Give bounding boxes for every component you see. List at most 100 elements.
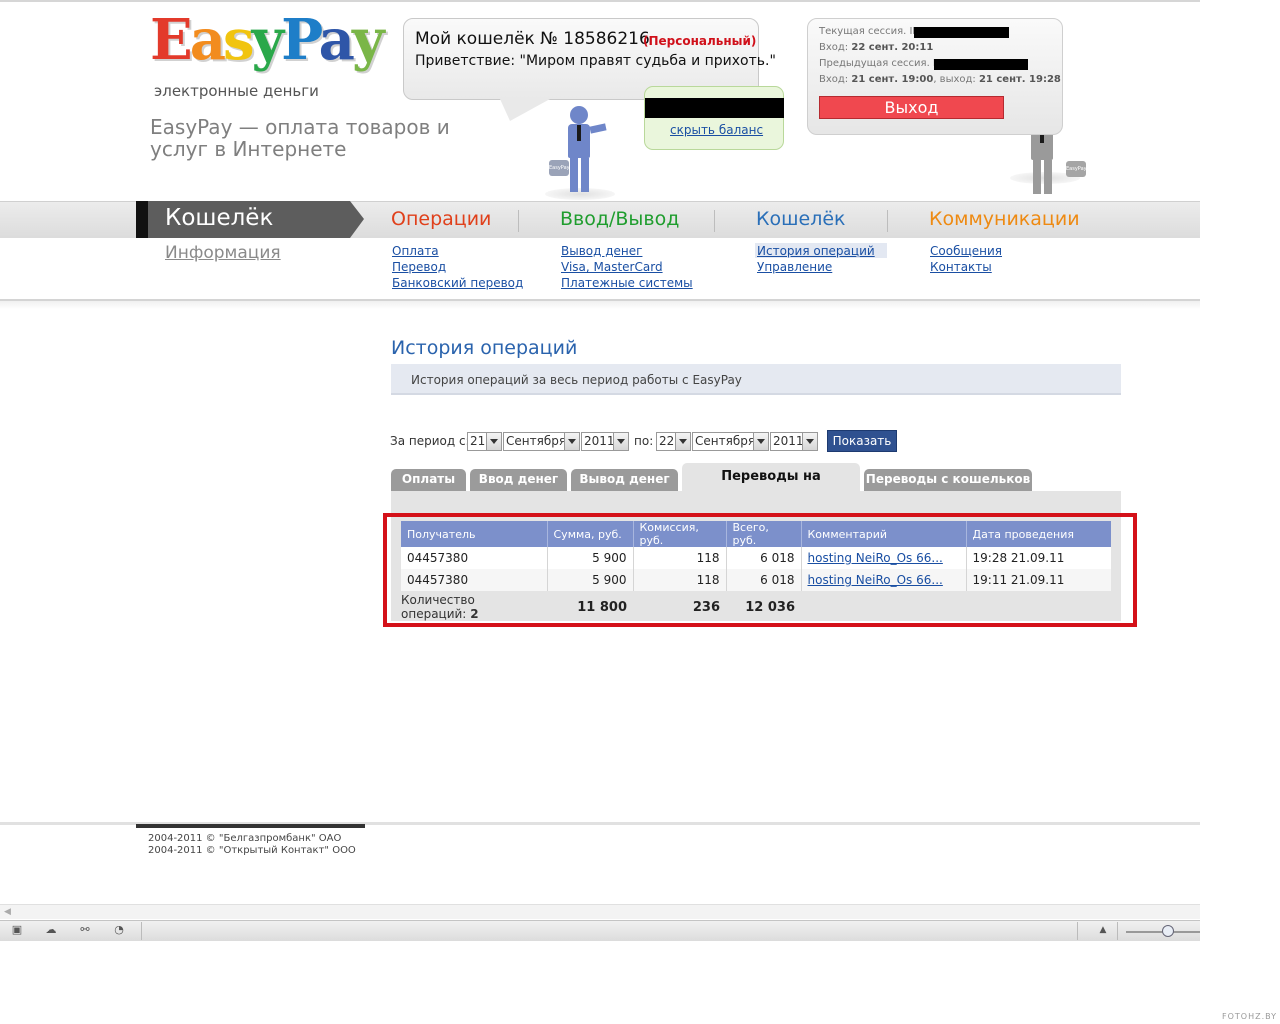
from-day-select[interactable]: 21	[467, 432, 502, 451]
logo-letter: a	[318, 7, 355, 73]
from-month-value: Сентября	[506, 434, 567, 448]
share-icon[interactable]: ⚯	[77, 923, 93, 937]
nav-tab-communications[interactable]: Коммуникации	[929, 208, 1080, 230]
info-link[interactable]: Информация	[165, 243, 281, 263]
from-day-value: 21	[470, 434, 486, 448]
nav-separator	[714, 210, 715, 232]
chevron-down-icon[interactable]	[753, 433, 768, 450]
active-section-edge	[136, 201, 148, 238]
chevron-down-icon[interactable]	[486, 433, 501, 450]
logo-letter: y	[351, 7, 385, 73]
speed-icon[interactable]: ◔	[111, 923, 127, 937]
logo-letter: P	[281, 7, 322, 73]
prev-login-line: Вход: 21 сент. 19:00, выход: 21 сент. 19…	[819, 74, 1061, 85]
prev-session-label: Предыдущая сессия. IP:	[819, 58, 946, 69]
nav-tab-operations[interactable]: Операции	[391, 208, 491, 230]
status-separator	[141, 922, 142, 940]
slogan: EasyPay — оплата товаров и услуг в Интер…	[150, 115, 450, 161]
wallet-bag-icon: EasyPay	[549, 160, 570, 176]
to-year-value: 2011	[773, 434, 804, 448]
footer-accent	[136, 824, 365, 828]
chevron-down-icon[interactable]	[675, 433, 690, 450]
red-highlight-frame	[383, 513, 1137, 627]
submenu-bank-transfer[interactable]: Банковский перевод	[392, 276, 523, 290]
chevron-down-icon[interactable]	[613, 433, 628, 450]
logo-letter: s	[222, 7, 254, 73]
from-year-value: 2011	[584, 434, 615, 448]
to-month-value: Сентября	[695, 434, 756, 448]
zoom-slider-thumb[interactable]	[1162, 925, 1174, 937]
prev-login-time: 21 сент. 19:00	[851, 74, 934, 85]
submenu-visa-mastercard[interactable]: Visa, MasterCard	[561, 260, 663, 274]
balance-redacted	[645, 98, 784, 118]
from-month-select[interactable]: Сентября	[503, 432, 580, 451]
logout-button[interactable]: Выход	[819, 96, 1004, 119]
submenu-contacts[interactable]: Контакты	[930, 260, 992, 274]
from-year-select[interactable]: 2011	[581, 432, 629, 451]
login-line: Вход: 22 сент. 20:11	[819, 42, 933, 53]
to-day-select[interactable]: 22	[656, 432, 691, 451]
chevron-down-icon[interactable]	[802, 433, 817, 450]
nav-tab-wallet[interactable]: Кошелёк	[756, 208, 846, 230]
nav-tab-input-output[interactable]: Ввод/Вывод	[560, 208, 679, 230]
footer-copyright-2: 2004-2011 © "Открытый Контакт" ООО	[148, 845, 356, 856]
logo-letter: a	[189, 7, 226, 73]
mascot-figure-icon	[554, 106, 604, 196]
logo-letter: y	[251, 7, 285, 73]
hide-balance-link[interactable]: скрыть баланс	[670, 123, 763, 137]
tab-payments[interactable]: Оплаты	[391, 469, 466, 491]
nav-bottom-shadow	[0, 301, 1200, 309]
show-button[interactable]: Показать	[827, 430, 897, 452]
period-to-label: по:	[634, 434, 654, 448]
to-year-select[interactable]: 2011	[770, 432, 818, 451]
top-border	[0, 0, 1200, 2]
logo-subtitle: электронные деньги	[154, 82, 319, 100]
balance-box	[644, 86, 784, 150]
tab-transfers-to-wallets[interactable]: Переводы на кошельки	[682, 463, 860, 512]
easypay-logo[interactable]: EasyPay	[150, 12, 384, 68]
watermark: FOTOHZ.BY	[1222, 1012, 1278, 1021]
status-separator	[1077, 922, 1078, 940]
media-icon[interactable]: ▣	[9, 923, 25, 937]
nav-separator	[518, 210, 519, 232]
chevron-down-icon[interactable]	[564, 433, 579, 450]
horizontal-scrollbar[interactable]	[0, 904, 1200, 919]
prev-logout-label: , выход:	[933, 74, 976, 85]
bubble-tail	[500, 99, 550, 121]
submenu-messages[interactable]: Сообщения	[930, 244, 1002, 258]
period-from-label: За период с:	[390, 434, 470, 448]
cloud-icon[interactable]: ☁	[43, 923, 59, 937]
login-time: 22 сент. 20:11	[851, 42, 934, 53]
scroll-left-icon[interactable]: ◀	[4, 907, 11, 917]
to-month-select[interactable]: Сентября	[692, 432, 769, 451]
prev-logout-time: 21 сент. 19:28	[978, 74, 1061, 85]
wallet-bag-icon: EasyPay	[1066, 161, 1087, 177]
ip-redacted	[914, 27, 1009, 38]
page-title: История операций	[391, 337, 578, 359]
submenu-payment[interactable]: Оплата	[392, 244, 439, 258]
info-bar-text: История операций за весь период работы с…	[411, 373, 742, 387]
to-day-value: 22	[659, 434, 675, 448]
submenu-management[interactable]: Управление	[757, 260, 832, 274]
greeting: Приветствие: "Миром правят судьба и прих…	[415, 53, 776, 69]
active-section-label: Кошелёк	[165, 205, 274, 231]
status-separator	[1117, 922, 1118, 940]
wallet-title: Мой кошелёк № 18586216	[415, 29, 650, 49]
submenu-history[interactable]: История операций	[757, 244, 875, 258]
scroll-up-icon[interactable]: ▲	[1095, 923, 1111, 937]
current-session-label: Текущая сессия. IP:	[819, 26, 922, 37]
wallet-type: (Персональный)	[643, 34, 757, 48]
browser-status-bar	[0, 920, 1200, 941]
tab-deposit[interactable]: Ввод денег	[470, 469, 567, 491]
submenu-withdraw[interactable]: Вывод денег	[561, 244, 642, 258]
submenu-transfer[interactable]: Перевод	[392, 260, 446, 274]
login-label: Вход:	[819, 42, 849, 53]
prev-login-label: Вход:	[819, 74, 849, 85]
nav-separator	[887, 210, 888, 232]
tab-transfers-from-wallets[interactable]: Переводы с кошельков	[864, 469, 1032, 491]
tab-withdrawal[interactable]: Вывод денег	[571, 469, 678, 491]
logo-letter: E	[150, 7, 193, 73]
footer-copyright-1: 2004-2011 © "Белгазпромбанк" ОАО	[148, 833, 342, 844]
ip-redacted	[934, 59, 1028, 70]
submenu-payment-systems[interactable]: Платежные системы	[561, 276, 693, 290]
